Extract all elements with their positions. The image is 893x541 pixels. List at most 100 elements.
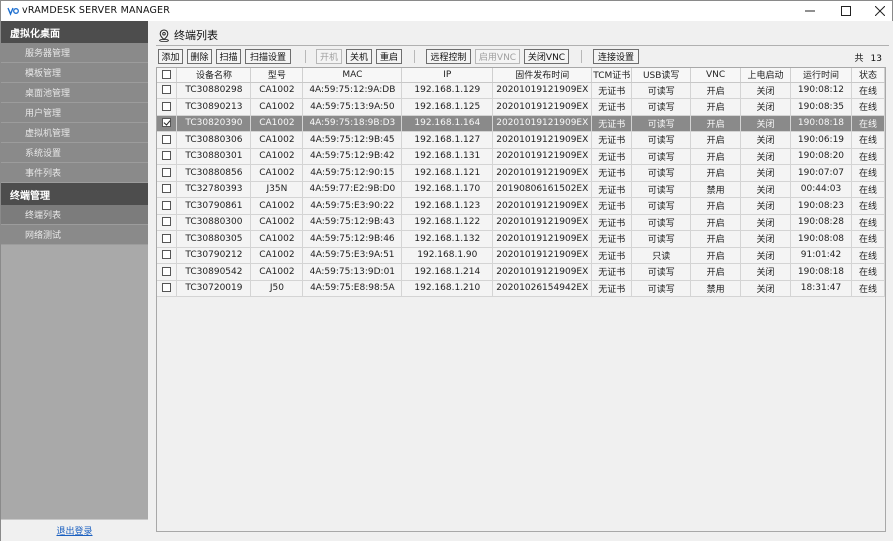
table-row[interactable]: TC30880298 CA1002 4A:59:75:12:9A:DB 192.168… [157,82,885,99]
column-header-tcm-cert[interactable]: TCM证书 [591,68,633,83]
model-cell: J35N [250,181,304,198]
sidebar-item-system-settings[interactable]: 系统设置 [1,143,148,163]
restart-button[interactable]: 重启 [376,49,402,64]
select-all-checkbox[interactable] [162,69,172,79]
column-header-vnc[interactable]: VNC [690,68,742,83]
model-cell: CA1002 [250,197,304,215]
table-row[interactable]: TC30820390 CA1002 4A:59:75:18:9B:D3 192.168… [157,115,885,132]
sidebar-item-terminal-list[interactable]: 终端列表 [1,205,148,225]
row-checkbox[interactable] [162,118,172,128]
column-header-uptime[interactable]: 运行时间 [790,68,852,83]
mac-cell: 4A:59:75:18:9B:D3 [302,115,403,132]
status-cell: 在线 [851,82,885,99]
column-header-model[interactable]: 型号 [250,68,304,83]
sidebar-section-terminal-management[interactable]: 终端管理 [1,183,148,205]
minimize-button[interactable] [793,1,827,21]
tcm-cert-cell: 无证书 [591,197,633,215]
scan-settings-button[interactable]: 扫描设置 [245,49,291,64]
close-button[interactable] [863,1,893,21]
sidebar-item-user-management[interactable]: 用户管理 [1,103,148,123]
table-row[interactable]: TC30880301 CA1002 4A:59:75:12:9B:42 192.168… [157,148,885,165]
ip-cell: 192.168.1.127 [401,131,494,149]
column-header-ip[interactable]: IP [401,68,494,83]
add-button[interactable]: 添加 [158,49,183,64]
row-checkbox[interactable] [162,283,172,293]
row-checkbox[interactable] [162,101,172,111]
sidebar-item-desktop-pool-management[interactable]: 桌面池管理 [1,83,148,103]
row-select-cell[interactable] [157,214,178,231]
column-header-mac[interactable]: MAC [302,68,403,83]
row-select-cell[interactable] [157,82,178,99]
row-select-cell[interactable] [157,280,178,297]
disable-vnc-button[interactable]: 关闭VNC [524,49,569,64]
row-checkbox[interactable] [162,266,172,276]
usb-rw-cell: 可读写 [631,82,692,99]
table-row[interactable]: TC30790212 CA1002 4A:59:75:E3:9A:51 192.168… [157,247,885,264]
table-row[interactable]: TC30880306 CA1002 4A:59:75:12:9B:45 192.168… [157,131,885,149]
row-checkbox[interactable] [162,233,172,243]
row-select-cell[interactable] [157,230,178,248]
maximize-button[interactable] [829,1,863,21]
row-checkbox[interactable] [162,184,172,194]
row-select-cell[interactable] [157,164,178,182]
vnc-cell: 开启 [690,247,742,264]
row-select-cell[interactable] [157,263,178,281]
power-on-boot-cell: 关闭 [740,280,791,297]
sidebar-item-vm-management[interactable]: 虚拟机管理 [1,123,148,143]
delete-button[interactable]: 删除 [187,49,212,64]
table-row[interactable]: TC30880300 CA1002 4A:59:75:12:9B:43 192.168… [157,214,885,231]
sidebar-item-server-management[interactable]: 服务器管理 [1,43,148,63]
model-cell: CA1002 [250,131,304,149]
remote-control-button[interactable]: 远程控制 [426,49,471,64]
row-checkbox[interactable] [162,167,172,177]
device-count-label: 共 [854,54,864,64]
table-row[interactable]: TC30890213 CA1002 4A:59:75:13:9A:50 192.168… [157,98,885,116]
table-row[interactable]: TC30890542 CA1002 4A:59:75:13:9D:01 192.168… [157,263,885,281]
row-select-cell[interactable] [157,197,178,215]
row-checkbox[interactable] [162,250,172,260]
scan-button[interactable]: 扫描 [216,49,241,64]
table-row[interactable]: TC30880856 CA1002 4A:59:75:12:90:15 192.168… [157,164,885,182]
sidebar-item-network-test[interactable]: 网络测试 [1,225,148,245]
power-on-boot-cell: 关闭 [740,164,791,182]
device-name-cell: TC30790212 [176,247,252,264]
logout-link[interactable]: 退出登录 [56,524,92,537]
table-row[interactable]: TC30880305 CA1002 4A:59:75:12:9B:46 192.168… [157,230,885,248]
row-checkbox[interactable] [162,151,172,161]
column-header-device-name[interactable]: 设备名称 [176,68,252,83]
column-header-firmware-date[interactable]: 固件发布时间 [492,68,593,83]
power-on-button[interactable]: 开机 [316,49,342,64]
table-row[interactable]: TC32780393 J35N 4A:59:77:E2:9B:D0 192.168.1… [157,181,885,198]
sidebar-item-event-list[interactable]: 事件列表 [1,163,148,183]
row-select-cell[interactable] [157,148,178,165]
power-off-button[interactable]: 关机 [346,49,372,64]
model-cell: CA1002 [250,263,304,281]
select-all-header[interactable] [157,68,178,83]
row-checkbox[interactable] [162,217,172,227]
enable-vnc-button[interactable]: 启用VNC [475,49,520,64]
row-checkbox[interactable] [162,85,172,95]
row-select-cell[interactable] [157,247,178,264]
column-header-power-on-boot[interactable]: 上电启动 [740,68,791,83]
uptime-cell: 190:08:18 [790,115,852,132]
row-select-cell[interactable] [157,131,178,149]
column-header-status[interactable]: 状态 [851,68,885,83]
row-checkbox[interactable] [162,200,172,210]
device-name-cell: TC30880300 [176,214,252,231]
table-row[interactable]: TC30720019 J50 4A:59:75:E8:98:5A 192.168.1.… [157,280,885,297]
status-cell: 在线 [851,164,885,182]
sidebar-section-virtual-desktop[interactable]: 虚拟化桌面 [1,21,148,43]
vnc-cell: 开启 [690,98,742,116]
sidebar-item-template-management[interactable]: 模板管理 [1,63,148,83]
row-select-cell[interactable] [157,98,178,116]
row-select-cell[interactable] [157,181,178,198]
table-header-row: 设备名称 型号 MAC IP 固件发布时间 TCM证书 USB读写 VNC 上电… [157,68,885,83]
column-header-usb-rw[interactable]: USB读写 [631,68,692,83]
connection-settings-button[interactable]: 连接设置 [593,49,639,64]
row-checkbox[interactable] [162,134,172,144]
terminal-table-container: 设备名称 型号 MAC IP 固件发布时间 TCM证书 USB读写 VNC 上电… [156,67,886,532]
model-cell: CA1002 [250,164,304,182]
status-cell: 在线 [851,214,885,231]
row-select-cell[interactable] [157,115,178,132]
table-row[interactable]: TC30790861 CA1002 4A:59:75:E3:90:22 192.168… [157,197,885,215]
